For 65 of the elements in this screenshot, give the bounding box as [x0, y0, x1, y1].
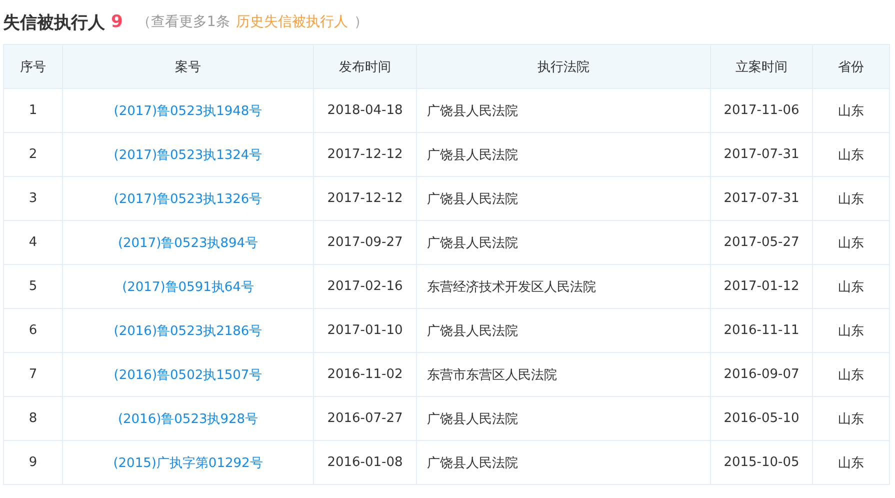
index-cell: 8	[4, 396, 62, 440]
filing-date-cell: 2016-11-11	[710, 308, 812, 352]
index-cell: 5	[4, 264, 62, 308]
case-number-link[interactable]: (2017)鲁0523执1948号	[62, 88, 314, 132]
publish-date-cell: 2017-02-16	[314, 264, 416, 308]
court-cell: 广饶县人民法院	[416, 308, 710, 352]
publish-date-cell: 2016-11-02	[314, 352, 416, 396]
publish-date-cell: 2017-09-27	[314, 220, 416, 264]
column-header: 立案时间	[710, 44, 812, 88]
court-cell: 广饶县人民法院	[416, 176, 710, 220]
index-cell: 2	[4, 132, 62, 176]
filing-date-cell: 2016-09-07	[710, 352, 812, 396]
column-header: 案号	[62, 44, 314, 88]
case-number-link[interactable]: (2015)广执字第01292号	[62, 440, 314, 484]
column-header: 序号	[4, 44, 62, 88]
court-cell: 东营经济技术开发区人民法院	[416, 264, 710, 308]
province-cell: 山东	[812, 440, 890, 484]
province-cell: 山东	[812, 132, 890, 176]
publish-date-cell: 2016-01-08	[314, 440, 416, 484]
column-header: 发布时间	[314, 44, 416, 88]
province-cell: 山东	[812, 88, 890, 132]
publish-date-cell: 2018-04-18	[314, 88, 416, 132]
filing-date-cell: 2017-05-27	[710, 220, 812, 264]
publish-date-cell: 2017-12-12	[314, 132, 416, 176]
column-header: 执行法院	[416, 44, 710, 88]
index-cell: 6	[4, 308, 62, 352]
index-cell: 3	[4, 176, 62, 220]
more-records-note: （查看更多1条	[136, 13, 230, 31]
history-link[interactable]: 历史失信被执行人	[236, 13, 348, 31]
case-number-link[interactable]: (2016)鲁0523执2186号	[62, 308, 314, 352]
publish-date-cell: 2016-07-27	[314, 396, 416, 440]
case-number-link[interactable]: (2016)鲁0502执1507号	[62, 352, 314, 396]
province-cell: 山东	[812, 308, 890, 352]
case-number-link[interactable]: (2017)鲁0523执1326号	[62, 176, 314, 220]
index-cell: 1	[4, 88, 62, 132]
case-number-link[interactable]: (2017)鲁0523执894号	[62, 220, 314, 264]
province-cell: 山东	[812, 396, 890, 440]
filing-date-cell: 2017-07-31	[710, 132, 812, 176]
filing-date-cell: 2017-01-12	[710, 264, 812, 308]
court-cell: 广饶县人民法院	[416, 88, 710, 132]
column-header: 省份	[812, 44, 890, 88]
section-title: 失信被执行人	[3, 12, 105, 34]
index-cell: 9	[4, 440, 62, 484]
publish-date-cell: 2017-12-12	[314, 176, 416, 220]
court-cell: 广饶县人民法院	[416, 396, 710, 440]
court-cell: 广饶县人民法院	[416, 440, 710, 484]
court-cell: 东营市东营区人民法院	[416, 352, 710, 396]
province-cell: 山东	[812, 176, 890, 220]
court-cell: 广饶县人民法院	[416, 220, 710, 264]
court-cell: 广饶县人民法院	[416, 132, 710, 176]
filing-date-cell: 2017-07-31	[710, 176, 812, 220]
province-cell: 山东	[812, 264, 890, 308]
filing-date-cell: 2015-10-05	[710, 440, 812, 484]
case-number-link[interactable]: (2016)鲁0523执928号	[62, 396, 314, 440]
filing-date-cell: 2017-11-06	[710, 88, 812, 132]
index-cell: 7	[4, 352, 62, 396]
province-cell: 山东	[812, 352, 890, 396]
case-number-link[interactable]: (2017)鲁0523执1324号	[62, 132, 314, 176]
publish-date-cell: 2017-01-10	[314, 308, 416, 352]
province-cell: 山东	[812, 220, 890, 264]
record-count: 9	[111, 12, 123, 32]
filing-date-cell: 2016-05-10	[710, 396, 812, 440]
closing-bracket: ）	[354, 13, 368, 31]
case-number-link[interactable]: (2017)鲁0591执64号	[62, 264, 314, 308]
index-cell: 4	[4, 220, 62, 264]
